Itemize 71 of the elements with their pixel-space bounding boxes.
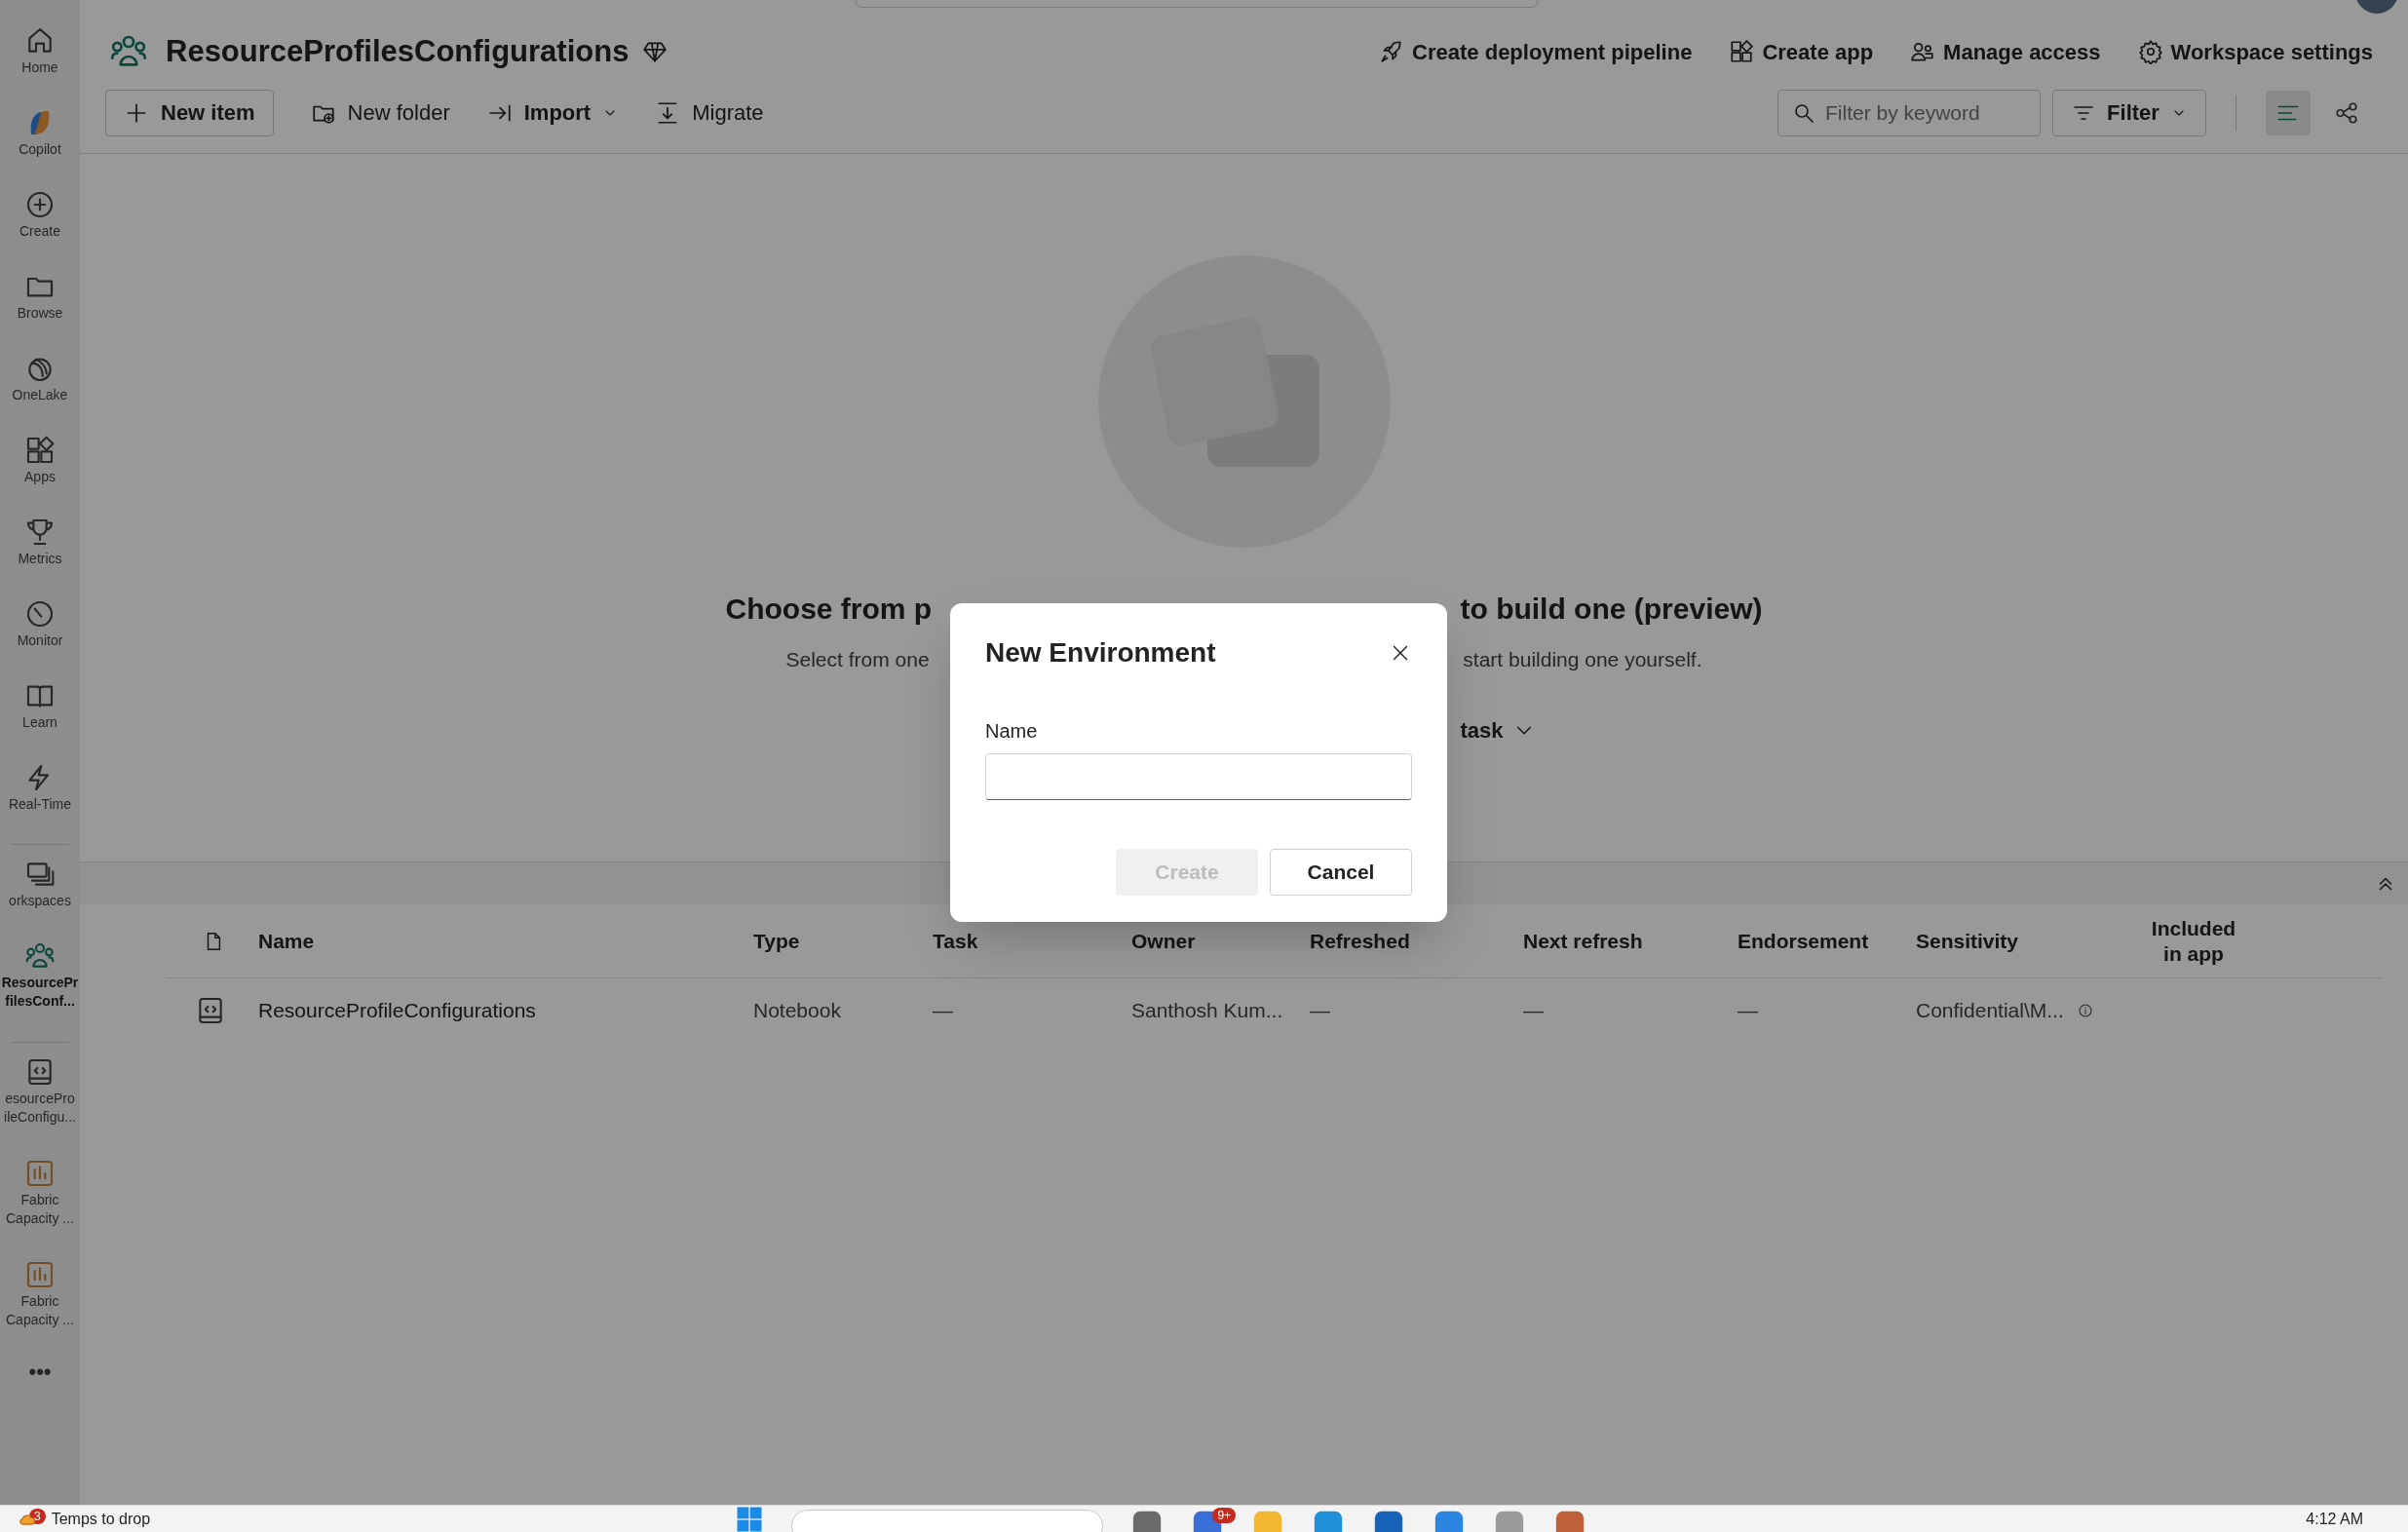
sidebar-item[interactable]: Fabric Capacity ...	[0, 1158, 80, 1259]
header-action-button[interactable]: Workspace settings	[2137, 35, 2373, 68]
windows-icon[interactable]	[735, 1506, 765, 1532]
field-label: Name	[985, 719, 1039, 744]
info-icon	[2077, 1003, 2093, 1018]
table-cell-text: Santhosh Kum...	[1131, 998, 1283, 1024]
dialog-button[interactable]: Cancel	[1270, 849, 1412, 896]
empty-state-text: Select from one	[785, 647, 930, 672]
diamond-icon	[642, 39, 669, 64]
table-cell-text: —	[1523, 998, 1544, 1024]
sidebar-item[interactable]: orkspaces	[0, 859, 80, 940]
header-action-button[interactable]: Create deployment pipeline	[1379, 35, 1693, 68]
column-header[interactable]: Owner	[1131, 928, 1310, 954]
apps-icon	[1729, 39, 1755, 64]
empty-state-text: start building one yourself.	[1463, 647, 1702, 672]
header-action-button[interactable]: Manage access	[1910, 35, 2101, 68]
table-cell-text: —	[1738, 998, 1758, 1024]
column-header[interactable]: Name	[258, 928, 753, 954]
name-input-field[interactable]	[985, 753, 1412, 800]
chart-icon	[24, 1259, 56, 1290]
sidebar-item[interactable]: Metrics	[0, 517, 80, 598]
view-toggle-button[interactable]	[2266, 90, 2311, 135]
column-header[interactable]: Task	[933, 928, 1131, 954]
sidebar-item[interactable]: Learn	[0, 680, 80, 762]
table-cell-text: ResourceProfileConfigurations	[258, 998, 536, 1024]
column-header[interactable]: Included in app	[2121, 915, 2267, 967]
sidebar-item[interactable]: Home	[0, 25, 80, 107]
column-header[interactable]: Refreshed	[1310, 928, 1523, 954]
chart-icon	[24, 1158, 56, 1189]
weather-text[interactable]: Temps to drop	[51, 1507, 151, 1531]
filter-field[interactable]: Filter by keyword	[1777, 89, 2041, 136]
taskbar-search-field[interactable]	[791, 1509, 1104, 1532]
sidebar-item[interactable]: Apps	[0, 435, 80, 517]
toolbar-button[interactable]: Migrate	[641, 89, 778, 136]
table-cell-text: Confidential\M...	[1916, 998, 2064, 1024]
table-cell-text: —	[1310, 998, 1330, 1024]
sidebar-item[interactable]: Real-Time	[0, 762, 80, 844]
column-header[interactable]: Type	[753, 928, 933, 954]
sidebar-item[interactable]: Browse	[0, 271, 80, 353]
table-cell-text: —	[933, 998, 953, 1024]
task-dropdown-button[interactable]: task	[1460, 713, 1535, 747]
toolbar-button[interactable]: New folder	[296, 89, 464, 136]
lineage-icon	[2334, 99, 2359, 126]
filter-input[interactable]: Filter by keyword	[1825, 96, 2026, 129]
plus-icon	[24, 189, 56, 220]
column-header[interactable]: Endorsement	[1738, 928, 1916, 954]
workspace-title: ResourceProfilesConfigurations	[166, 32, 630, 70]
sidebar-item[interactable]: ResourcePr filesConf...	[0, 940, 80, 1042]
empty-state-heading: to build one (preview)	[1460, 592, 1763, 627]
header-action-button[interactable]: Create app	[1729, 35, 1874, 68]
sidebar-item[interactable]: Copilot	[0, 107, 80, 189]
column-header[interactable]: Sensitivity	[1916, 928, 2121, 954]
filter-button[interactable]: Filter	[2052, 89, 2206, 136]
clock-time[interactable]: 4:12 AM	[2306, 1507, 2363, 1531]
toolbar-button[interactable]: New item	[105, 89, 274, 136]
sidebar-item[interactable]: esourcePro ileConfigu...	[0, 1056, 80, 1158]
column-header[interactable]: Next refresh	[1523, 928, 1738, 954]
sidebar-item[interactable]: Monitor	[0, 598, 80, 680]
notification-badge: 9+	[1212, 1507, 1237, 1523]
dialog-title: New Environment	[985, 636, 1216, 670]
settings-icon	[2137, 39, 2163, 64]
sidebar-item[interactable]: Fabric Capacity ...	[0, 1259, 80, 1360]
gauge-icon	[24, 598, 56, 630]
sidebar-item[interactable]: Create	[0, 189, 80, 271]
toolbar-button[interactable]: Import	[473, 89, 632, 136]
table-cell-text: Notebook	[753, 998, 841, 1024]
sidebar-item[interactable]: OneLake	[0, 353, 80, 435]
apps-icon	[24, 435, 56, 466]
sidebar-item[interactable]: •••	[0, 1360, 80, 1442]
trophy-icon	[24, 517, 56, 548]
empty-state-heading: Choose from p	[725, 592, 933, 627]
